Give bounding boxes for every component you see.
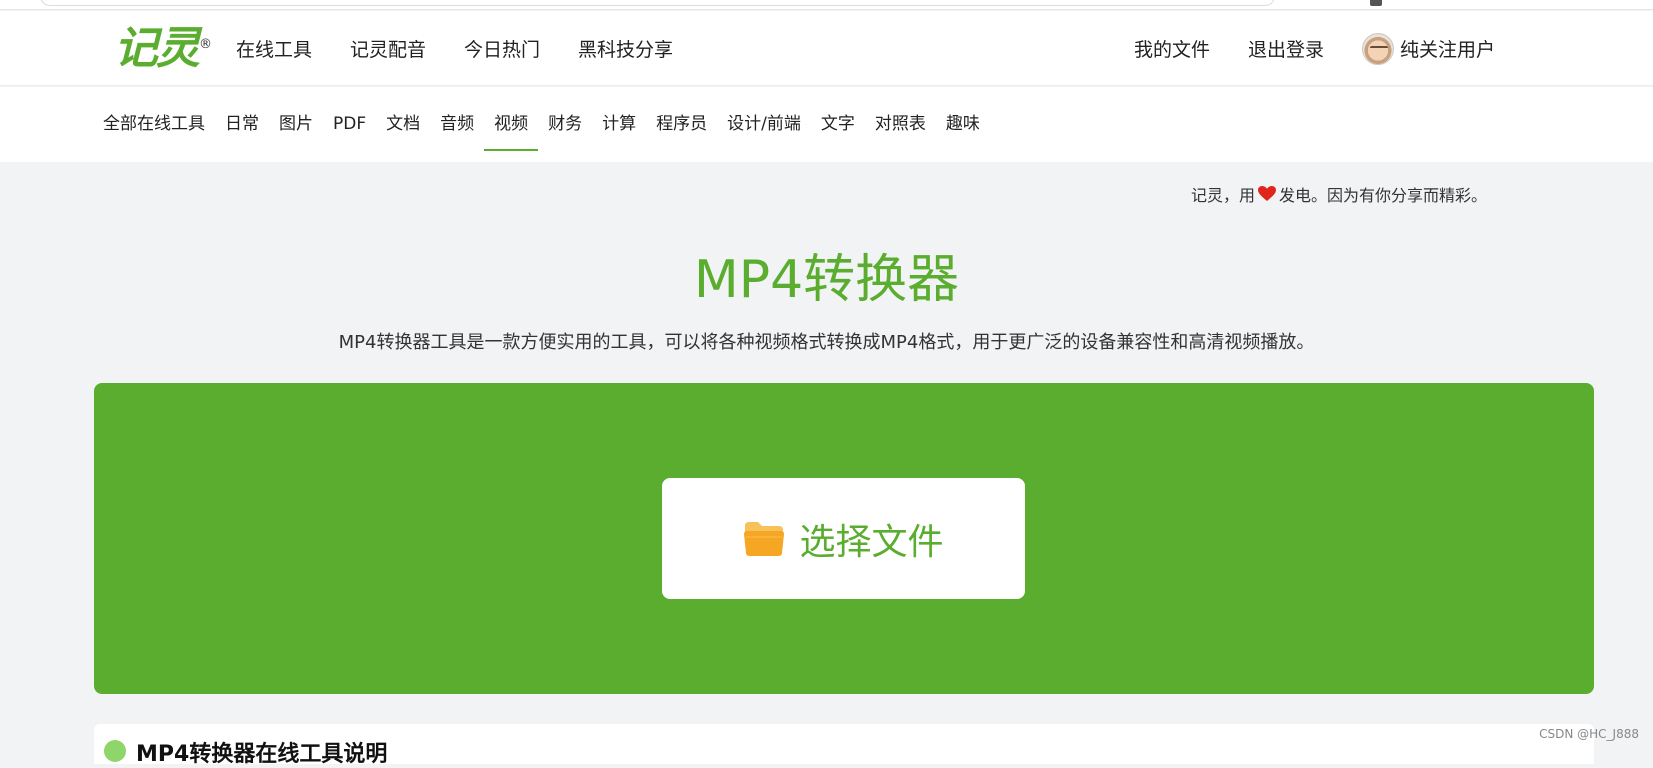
address-bar[interactable] xyxy=(40,0,1275,6)
nav-tech-share[interactable]: 黑科技分享 xyxy=(578,35,673,62)
extension-icon[interactable] xyxy=(1370,0,1382,6)
select-file-button[interactable]: 选择文件 xyxy=(662,478,1025,599)
site-logo[interactable]: 记灵 ® xyxy=(114,23,212,74)
category-programmer[interactable]: 程序员 xyxy=(656,87,707,162)
slogan-after: 发电。因为有你分享而精彩。 xyxy=(1278,186,1487,205)
registered-mark: ® xyxy=(199,37,212,52)
category-text[interactable]: 文字 xyxy=(821,87,855,162)
category-audio[interactable]: 音频 xyxy=(440,87,474,162)
nav-hot-today[interactable]: 今日热门 xyxy=(464,35,540,62)
category-video[interactable]: 视频 xyxy=(484,87,539,162)
category-design[interactable]: 设计/前端 xyxy=(727,87,801,162)
nav-dubbing[interactable]: 记灵配音 xyxy=(350,35,426,62)
tool-description-card: MP4转换器在线工具说明 xyxy=(94,724,1594,767)
category-list: 全部在线工具 日常 图片 PDF 文档 音频 视频 财务 计算 程序员 设计/前… xyxy=(103,87,980,162)
category-document[interactable]: 文档 xyxy=(386,87,420,162)
category-daily[interactable]: 日常 xyxy=(225,87,259,162)
category-image[interactable]: 图片 xyxy=(279,87,313,162)
watermark: CSDN @HC_J888 xyxy=(1539,727,1639,741)
user-menu[interactable]: 纯关注用户 xyxy=(1361,32,1495,65)
upload-panel[interactable]: 选择文件 xyxy=(94,383,1594,694)
category-nav: 全部在线工具 日常 图片 PDF 文档 音频 视频 财务 计算 程序员 设计/前… xyxy=(0,87,1653,162)
logout-link[interactable]: 退出登录 xyxy=(1248,35,1324,62)
category-finance[interactable]: 财务 xyxy=(548,87,582,162)
avatar xyxy=(1361,32,1394,65)
heart-icon xyxy=(1257,186,1276,202)
category-pdf[interactable]: PDF xyxy=(333,87,366,162)
page-title: MP4转换器 xyxy=(693,250,960,310)
my-files-link[interactable]: 我的文件 xyxy=(1134,35,1210,62)
username: 纯关注用户 xyxy=(1399,39,1495,61)
select-file-label: 选择文件 xyxy=(799,521,944,563)
main-nav: 在线工具 记灵配音 今日热门 黑科技分享 xyxy=(236,11,673,86)
slogan: 记灵，用 发电。因为有你分享而精彩。 xyxy=(1191,182,1487,206)
logo-text: 记灵 xyxy=(114,23,200,74)
page-description: MP4转换器工具是一款方便实用的工具，可以将各种视频格式转换成MP4格式，用于更… xyxy=(338,332,1315,353)
section-title: MP4转换器在线工具说明 xyxy=(136,742,388,767)
slogan-before: 记灵，用 xyxy=(1190,186,1255,205)
site-header: 记灵 ® 在线工具 记灵配音 今日热门 黑科技分享 我的文件 退出登录 纯关注用… xyxy=(0,11,1653,86)
category-tables[interactable]: 对照表 xyxy=(875,87,926,162)
category-calculate[interactable]: 计算 xyxy=(602,87,636,162)
category-fun[interactable]: 趣味 xyxy=(946,87,980,162)
section-bullet-icon xyxy=(104,740,126,762)
category-all[interactable]: 全部在线工具 xyxy=(103,87,205,162)
browser-top-strip xyxy=(0,0,1653,10)
folder-icon xyxy=(744,521,785,556)
nav-online-tools[interactable]: 在线工具 xyxy=(236,35,312,62)
user-nav: 我的文件 退出登录 纯关注用户 xyxy=(1134,11,1495,86)
